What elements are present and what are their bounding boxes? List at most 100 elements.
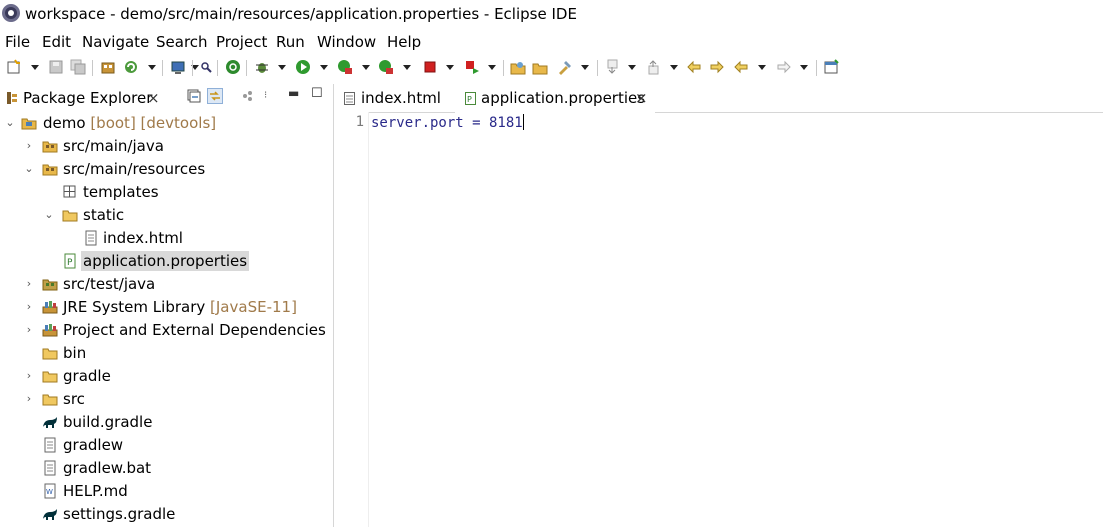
library-icon xyxy=(42,324,58,337)
tree-item-settings-gradle[interactable]: settings.gradle xyxy=(0,503,333,525)
tree-item-src[interactable]: › src xyxy=(0,388,333,410)
view-menu-icon[interactable] xyxy=(241,89,255,103)
stop-icon[interactable] xyxy=(422,59,438,75)
external-tools-dropdown-icon[interactable] xyxy=(403,65,411,70)
menu-search[interactable]: Search xyxy=(156,33,208,51)
coverage-icon[interactable] xyxy=(337,59,353,75)
chevron-right-icon[interactable]: › xyxy=(24,139,34,153)
tree-item-help-md[interactable]: W HELP.md xyxy=(0,480,333,502)
relaunch-icon[interactable] xyxy=(464,59,480,75)
quick-access-icon[interactable] xyxy=(557,59,573,75)
tree-item-label: gradlew xyxy=(63,436,124,454)
refresh-dropdown-icon[interactable] xyxy=(148,65,156,70)
expand-icon[interactable]: ⌄ xyxy=(44,208,54,222)
menu-edit[interactable]: Edit xyxy=(42,33,71,51)
spring-boot-icon[interactable] xyxy=(225,59,241,75)
menu-window[interactable]: Window xyxy=(317,33,376,51)
collapse-all-icon[interactable] xyxy=(187,89,201,103)
close-icon[interactable]: × xyxy=(635,89,648,107)
code-line[interactable]: server.port = 8181 xyxy=(371,114,524,131)
tree-item-static[interactable]: ⌄ static xyxy=(0,204,333,226)
tree-item-gradle[interactable]: › gradle xyxy=(0,365,333,387)
tree-item-label: HELP.md xyxy=(63,482,128,500)
menu-project[interactable]: Project xyxy=(216,33,267,51)
chevron-right-icon[interactable]: › xyxy=(24,300,34,314)
tree-item-gradlew[interactable]: gradlew xyxy=(0,434,333,456)
save-icon[interactable] xyxy=(48,59,64,75)
quick-access-dropdown-icon[interactable] xyxy=(581,65,589,70)
code-text[interactable]: server.port = 8181 xyxy=(371,115,523,131)
stop-dropdown-icon[interactable] xyxy=(446,65,454,70)
coverage-dropdown-icon[interactable] xyxy=(362,65,370,70)
previous-annotation-dropdown-icon[interactable] xyxy=(670,65,678,70)
package-explorer-view: Package Explorer × ⁝ ▬ ☐ ⌄ demo [boot] [… xyxy=(0,84,334,527)
chevron-right-icon[interactable]: › xyxy=(24,369,34,383)
tree-item-application-properties[interactable]: P application.properties xyxy=(0,250,333,272)
tree-item-label: src/main/java xyxy=(63,137,164,155)
run-dropdown-icon[interactable] xyxy=(320,65,328,70)
new-dropdown-icon[interactable] xyxy=(31,65,39,70)
new-icon[interactable] xyxy=(6,59,22,75)
tree-item-label: templates xyxy=(83,183,159,201)
folder-icon xyxy=(42,348,58,360)
tree-item-templates[interactable]: templates xyxy=(0,181,333,203)
link-with-editor-icon[interactable] xyxy=(207,88,223,104)
svg-text:W: W xyxy=(46,488,53,496)
console-icon[interactable] xyxy=(170,59,186,75)
menu-navigate[interactable]: Navigate xyxy=(82,33,149,51)
last-edit-location-icon[interactable] xyxy=(686,59,702,75)
forward-icon[interactable] xyxy=(776,59,792,75)
next-annotation-icon[interactable] xyxy=(605,59,621,75)
expand-icon[interactable]: ⌄ xyxy=(24,162,34,176)
tree-item-build-gradle[interactable]: build.gradle xyxy=(0,411,333,433)
save-all-icon[interactable] xyxy=(70,59,86,75)
forward-dropdown-icon[interactable] xyxy=(800,65,808,70)
open-perspective-icon[interactable] xyxy=(824,59,840,75)
relaunch-dropdown-icon[interactable] xyxy=(488,65,496,70)
tree-item-demo[interactable]: ⌄ demo [boot] [devtools] xyxy=(0,112,333,134)
tree-item-src-test-java[interactable]: › src/test/java xyxy=(0,273,333,295)
refresh-icon[interactable] xyxy=(123,59,139,75)
maximize-icon[interactable]: ☐ xyxy=(311,86,323,101)
back-dropdown-icon[interactable] xyxy=(758,65,766,70)
tab-index-html[interactable]: index.html xyxy=(334,84,454,112)
run-icon[interactable] xyxy=(295,59,311,75)
tree-item-jre-system-library[interactable]: › JRE System Library [JavaSE-11] xyxy=(0,296,333,318)
library-icon xyxy=(42,301,58,314)
tab-application-properties[interactable]: P application.properties × xyxy=(455,84,655,114)
menu-help[interactable]: Help xyxy=(387,33,421,51)
debug-icon[interactable] xyxy=(254,59,270,75)
toolbar-separator xyxy=(92,60,93,76)
chevron-right-icon[interactable]: › xyxy=(24,392,34,406)
svg-text:P: P xyxy=(67,258,73,268)
external-tools-icon[interactable] xyxy=(378,59,394,75)
chevron-right-icon[interactable]: › xyxy=(24,277,34,291)
expand-icon[interactable]: ⌄ xyxy=(5,116,15,130)
chevron-right-icon[interactable]: › xyxy=(24,323,34,337)
boot-dashboard-icon[interactable] xyxy=(100,59,116,75)
window-title: workspace - demo/src/main/resources/appl… xyxy=(25,5,577,23)
package-explorer-tab[interactable]: Package Explorer × ⁝ ▬ ☐ xyxy=(0,84,333,112)
previous-annotation-icon[interactable] xyxy=(646,59,662,75)
tree-item-bin[interactable]: bin xyxy=(0,342,333,364)
tree-item-gradlew-bat[interactable]: gradlew.bat xyxy=(0,457,333,479)
minimize-icon[interactable]: ▬ xyxy=(288,86,299,100)
view-menu-dropdown-icon[interactable]: ⁝ xyxy=(264,90,267,101)
debug-dropdown-icon[interactable] xyxy=(278,65,286,70)
next-annotation-dropdown-icon[interactable] xyxy=(628,65,636,70)
open-task-icon[interactable] xyxy=(532,59,548,75)
tree-item-label: settings.gradle xyxy=(63,505,176,523)
menu-file[interactable]: File xyxy=(5,33,30,51)
back-icon[interactable] xyxy=(733,59,749,75)
tree-item-src-main-resources[interactable]: ⌄ src/main/resources xyxy=(0,158,333,180)
tree-item-project-external-dependencies[interactable]: › Project and External Dependencies xyxy=(0,319,333,341)
menu-run[interactable]: Run xyxy=(276,33,305,51)
tree-item-src-main-java[interactable]: › src/main/java xyxy=(0,135,333,157)
tree-item-index-html[interactable]: index.html xyxy=(0,227,333,249)
close-icon[interactable]: × xyxy=(147,89,160,107)
tree-item-label: bin xyxy=(63,344,87,362)
search-icon[interactable] xyxy=(198,59,214,75)
back-edit-icon[interactable] xyxy=(709,59,725,75)
open-type-icon[interactable] xyxy=(510,59,526,75)
properties-file-icon: P xyxy=(465,92,476,105)
